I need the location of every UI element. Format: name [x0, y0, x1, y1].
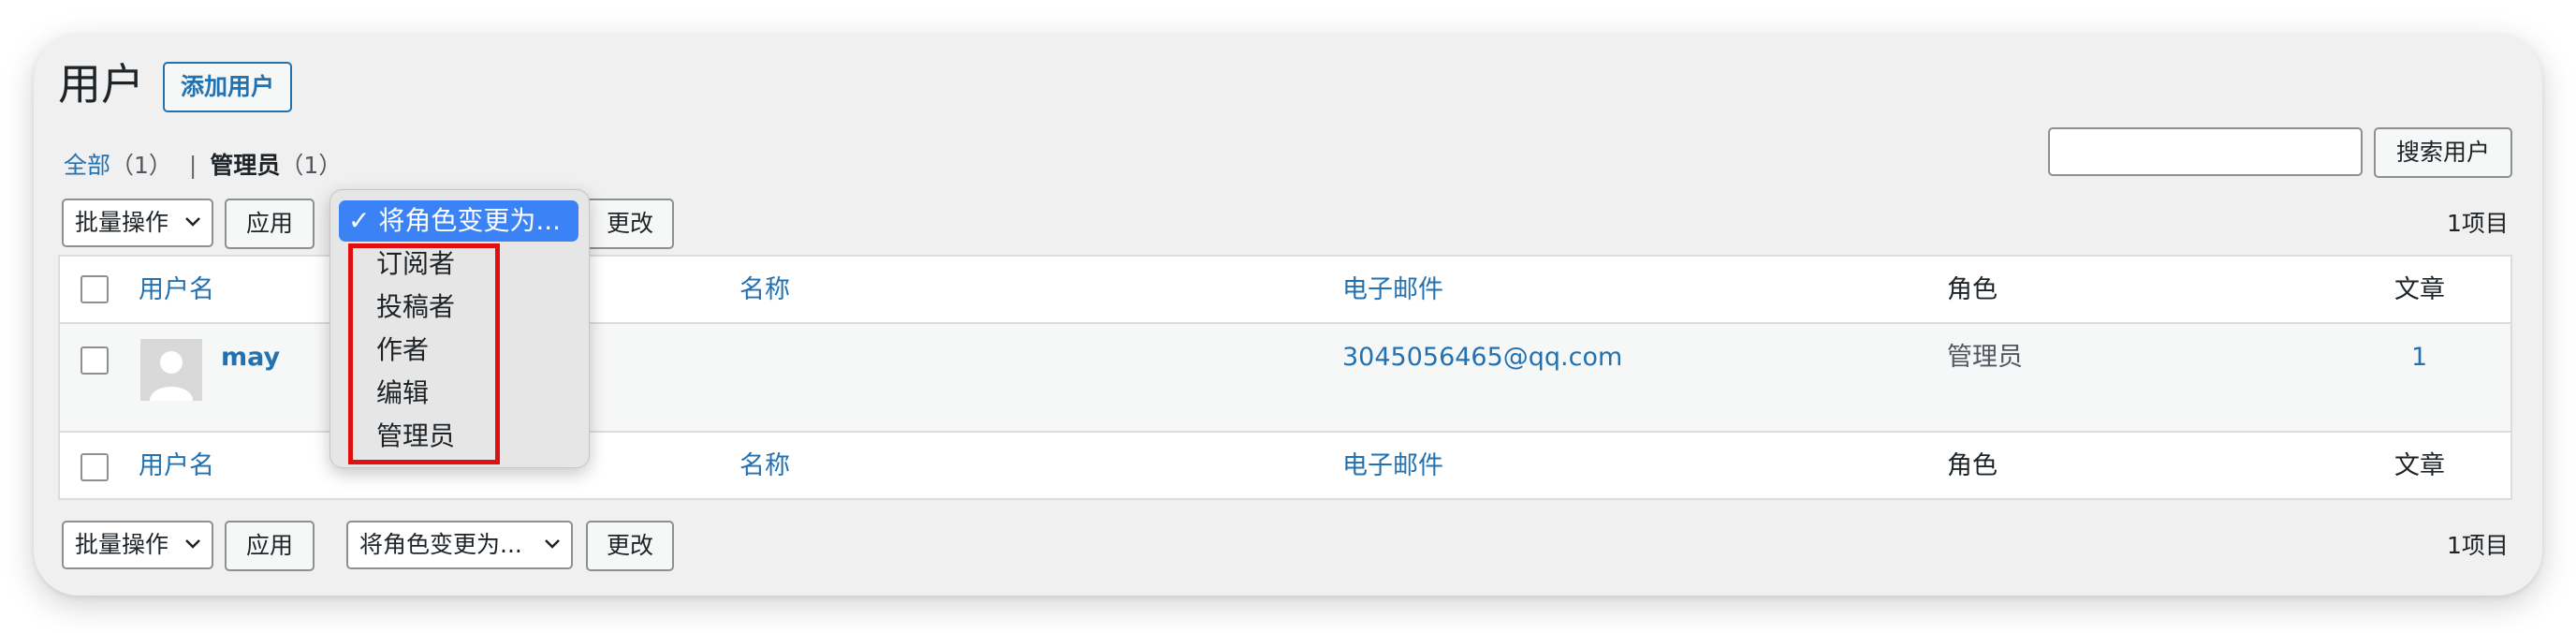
- apply-button-bottom[interactable]: 应用: [225, 521, 315, 571]
- select-all-checkbox[interactable]: [80, 275, 109, 303]
- column-username-footer[interactable]: 用户名: [139, 449, 214, 483]
- column-name-footer[interactable]: 名称: [739, 449, 790, 483]
- change-role-button-bottom[interactable]: 更改: [586, 521, 674, 571]
- change-role-button-top[interactable]: 更改: [586, 199, 674, 249]
- view-separator: |: [188, 152, 198, 179]
- view-admin-count: （1）: [280, 152, 343, 179]
- username-link[interactable]: may: [221, 341, 280, 375]
- role-cell: 管理员: [1947, 343, 2023, 372]
- chevron-down-icon: [185, 539, 200, 549]
- search-input[interactable]: [2048, 127, 2363, 176]
- avatar: [140, 339, 202, 401]
- column-name[interactable]: 名称: [739, 273, 790, 307]
- role-option-selected[interactable]: ✓ 将角色变更为...: [339, 200, 578, 242]
- role-select-bottom[interactable]: 将角色变更为...: [346, 521, 573, 569]
- items-count-bottom: 1项目: [2447, 532, 2509, 559]
- items-count-top: 1项目: [2447, 210, 2509, 237]
- bulk-actions-label: 批量操作: [75, 209, 169, 236]
- views-filter: 全部（1） | 管理员（1）: [64, 150, 342, 182]
- add-user-button[interactable]: 添加用户: [163, 62, 292, 112]
- select-all-checkbox-footer[interactable]: [80, 453, 109, 481]
- column-email-footer[interactable]: 电子邮件: [1342, 449, 1443, 483]
- view-admin-link[interactable]: 管理员: [210, 152, 280, 179]
- user-silhouette-icon: [140, 339, 202, 401]
- row-checkbox[interactable]: [80, 346, 109, 375]
- chevron-down-icon: [185, 217, 200, 227]
- column-username[interactable]: 用户名: [139, 273, 214, 307]
- apply-button-top[interactable]: 应用: [225, 199, 315, 249]
- highlight-box: [348, 243, 500, 464]
- view-all-count: （1）: [110, 152, 172, 179]
- column-posts-footer: 文章: [2394, 451, 2445, 480]
- search-users-button[interactable]: 搜索用户: [2374, 127, 2512, 178]
- email-link[interactable]: 3045056465@qq.com: [1342, 341, 1622, 375]
- column-posts: 文章: [2394, 275, 2445, 304]
- column-role: 角色: [1947, 275, 1998, 304]
- view-all-link[interactable]: 全部: [64, 152, 110, 179]
- bulk-actions-label: 批量操作: [75, 531, 169, 558]
- role-select-label: 将角色变更为...: [359, 531, 522, 558]
- posts-count-link[interactable]: 1: [2411, 341, 2427, 375]
- page-title: 用户: [58, 59, 144, 110]
- chevron-down-icon: [545, 539, 560, 549]
- bulk-actions-select-top[interactable]: 批量操作: [62, 199, 213, 247]
- bulk-actions-select-bottom[interactable]: 批量操作: [62, 521, 213, 569]
- column-role-footer: 角色: [1947, 451, 1998, 480]
- column-email[interactable]: 电子邮件: [1342, 273, 1443, 307]
